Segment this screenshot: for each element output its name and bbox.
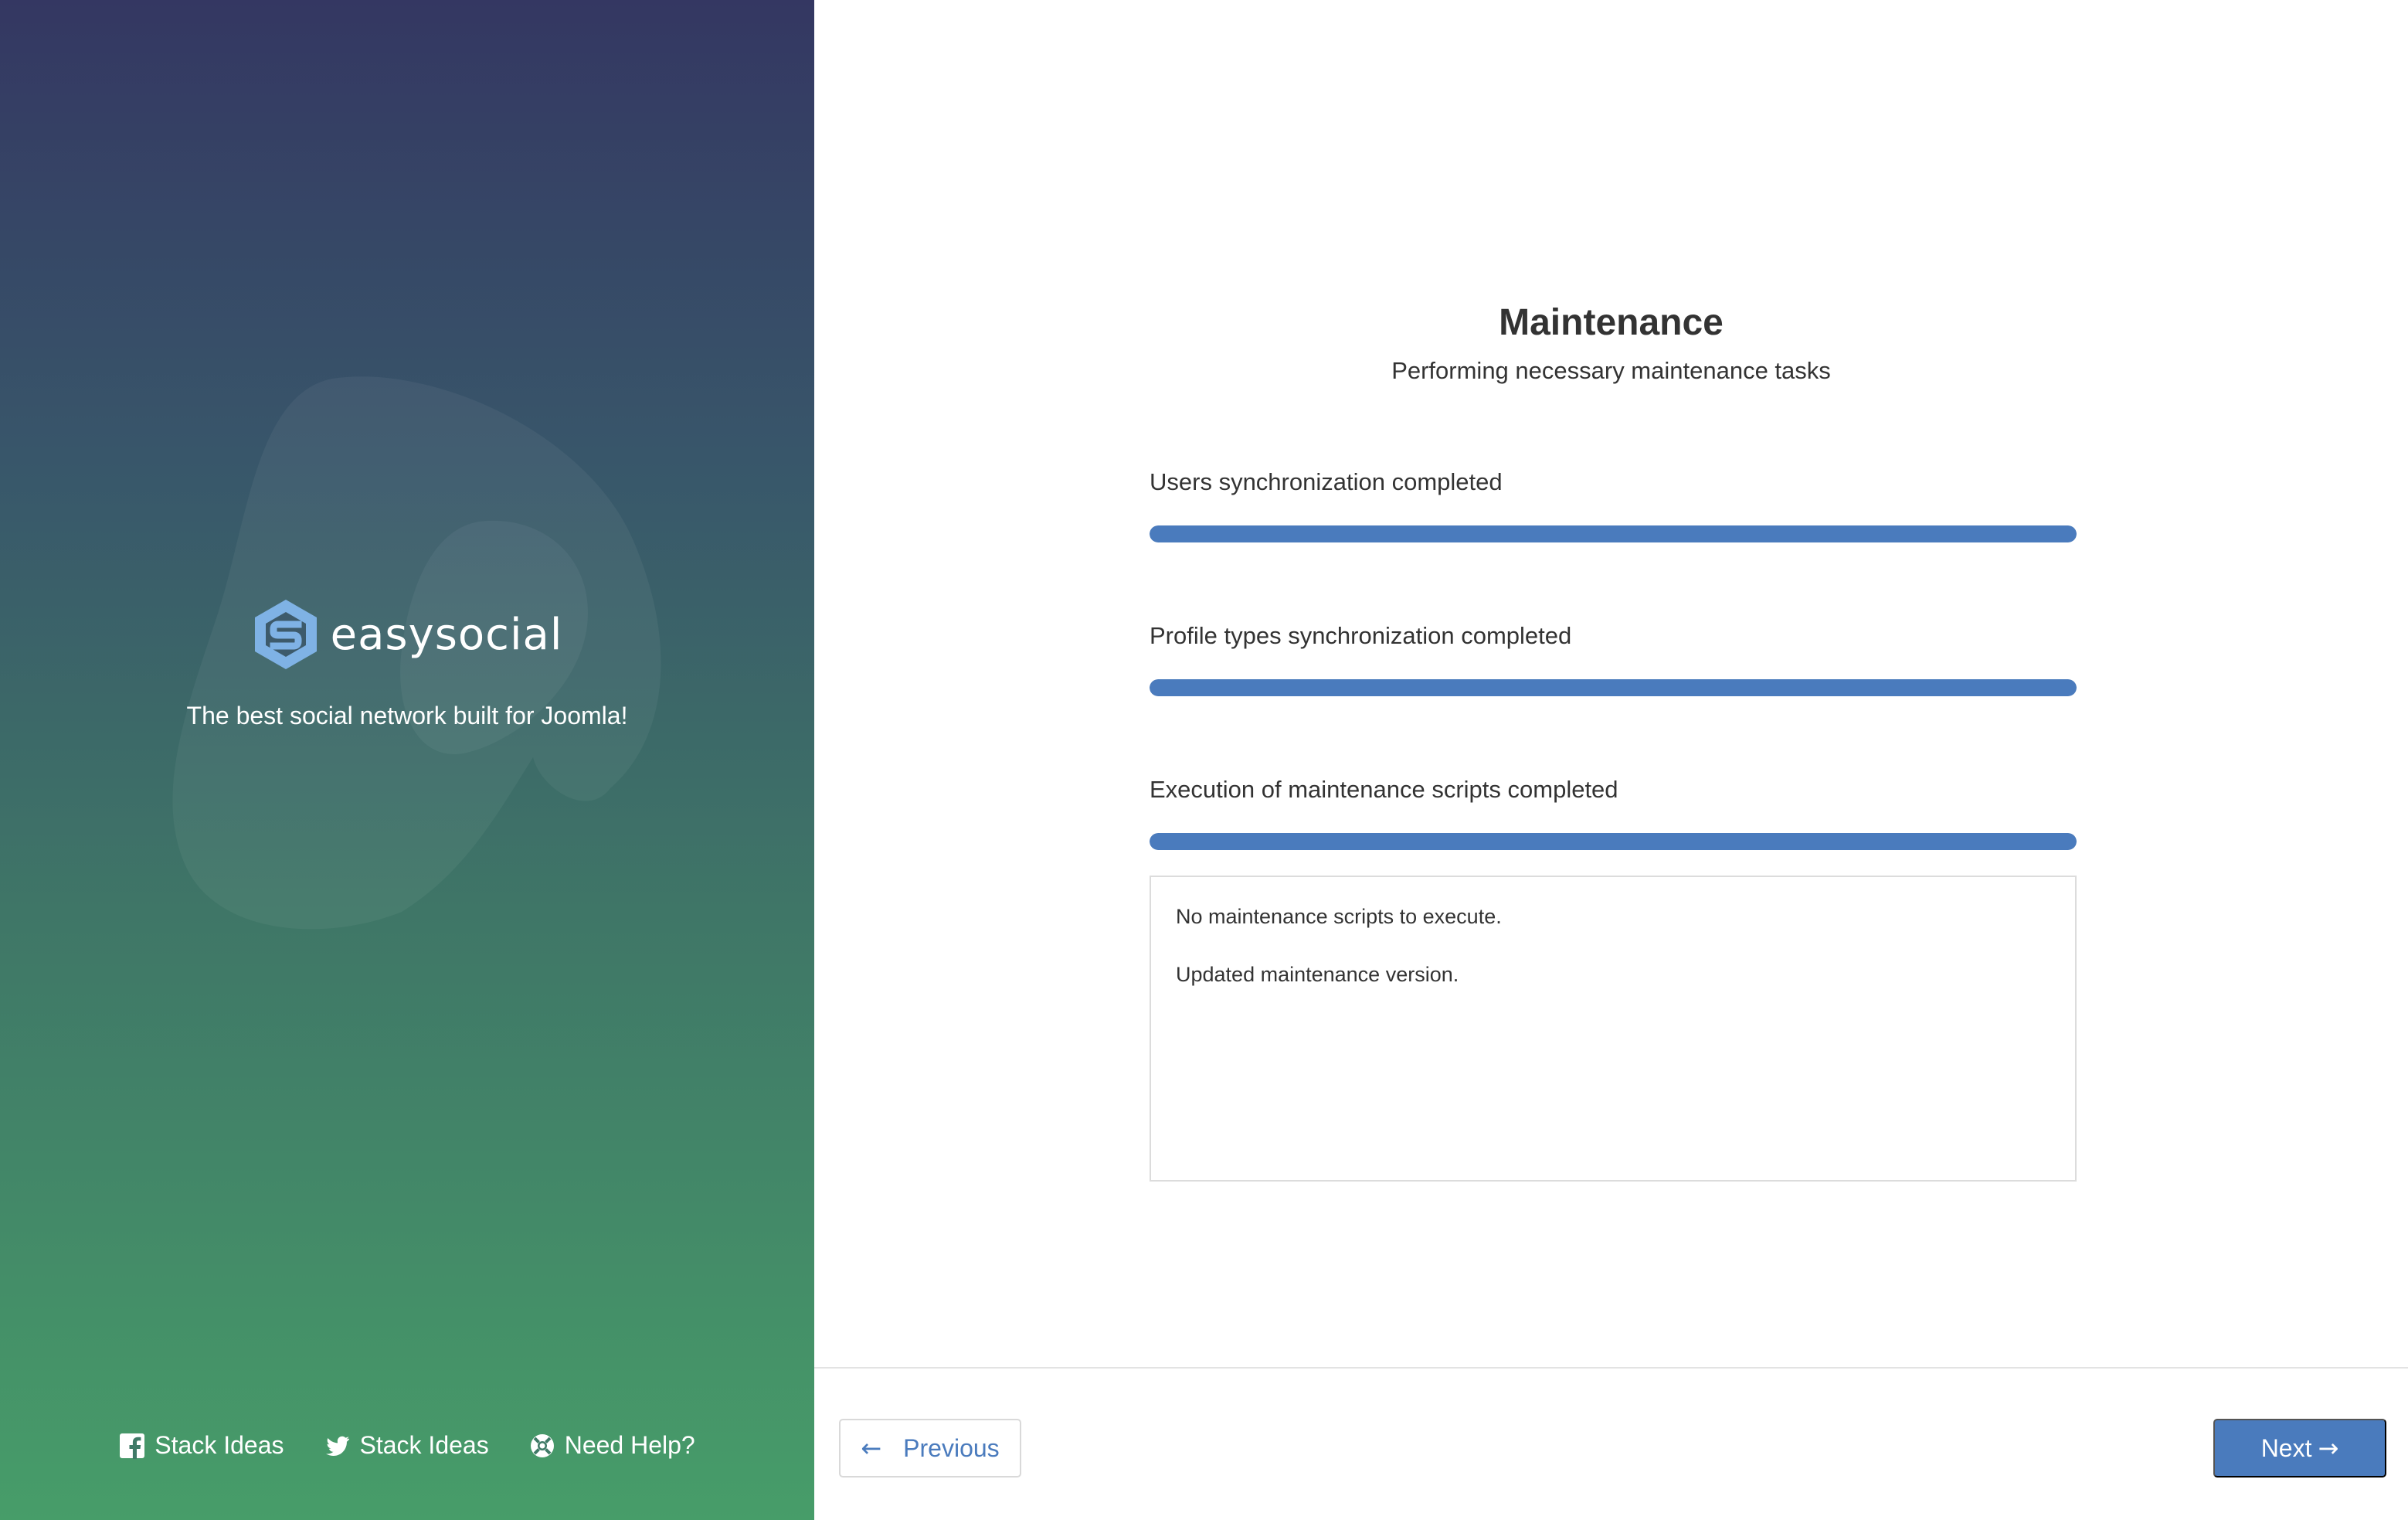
help-link-label: Need Help? — [564, 1431, 695, 1459]
page-subtitle: Performing necessary maintenance tasks — [1391, 357, 1831, 384]
task-label: Profile types synchronization completed — [1150, 622, 1572, 649]
next-button[interactable]: Next → — [2213, 1419, 2386, 1477]
background-logo-shape — [172, 376, 661, 930]
log-line: No maintenance scripts to execute. — [1176, 905, 1502, 928]
task-users-sync: Users synchronization completed — [1150, 468, 2077, 542]
facebook-link-label: Stack Ideas — [155, 1431, 284, 1459]
next-button-label: Next — [2260, 1433, 2312, 1462]
easysocial-logo-icon — [254, 600, 317, 669]
task-label: Users synchronization completed — [1150, 468, 1503, 495]
maintenance-log[interactable]: No maintenance scripts to execute. Updat… — [1150, 876, 2077, 1182]
task-profile-types-sync: Profile types synchronization completed — [1150, 622, 2077, 696]
previous-button-label: Previous — [903, 1433, 1000, 1462]
previous-button[interactable]: ← Previous — [839, 1419, 1021, 1477]
twitter-link-label: Stack Ideas — [359, 1431, 489, 1459]
lifebuoy-icon — [530, 1433, 554, 1457]
facebook-icon — [120, 1433, 145, 1459]
task-maintenance-scripts: Execution of maintenance scripts complet… — [1150, 776, 2077, 850]
help-link[interactable]: Need Help? — [529, 1431, 695, 1460]
facebook-link[interactable]: Stack Ideas — [119, 1431, 284, 1460]
arrow-left-icon: ← — [861, 1433, 882, 1463]
progress-bar — [1150, 833, 2077, 850]
footer-divider — [814, 1367, 2408, 1369]
page-title: Maintenance — [1499, 302, 1724, 343]
brand-sidebar: easysocial The best social network built… — [0, 0, 814, 1520]
progress-bar-fill — [1150, 833, 2077, 850]
brand-tagline: The best social network built for Joomla… — [186, 702, 628, 729]
brand-logo: easysocial — [0, 597, 814, 672]
brand-name: easysocial — [330, 609, 563, 660]
twitter-link[interactable]: Stack Ideas — [324, 1431, 489, 1460]
twitter-icon — [325, 1436, 349, 1456]
social-links: Stack Ideas Stack Ideas Need Help? — [0, 1431, 814, 1460]
log-line: Updated maintenance version. — [1176, 963, 1459, 986]
maintenance-panel: Maintenance Performing necessary mainten… — [814, 0, 2408, 1520]
progress-bar — [1150, 525, 2077, 542]
arrow-right-icon: → — [2318, 1433, 2339, 1463]
progress-bar-fill — [1150, 525, 2077, 542]
progress-bar-fill — [1150, 679, 2077, 696]
installer-window: easysocial The best social network built… — [0, 0, 2408, 1520]
task-label: Execution of maintenance scripts complet… — [1150, 776, 1618, 803]
progress-bar — [1150, 679, 2077, 696]
